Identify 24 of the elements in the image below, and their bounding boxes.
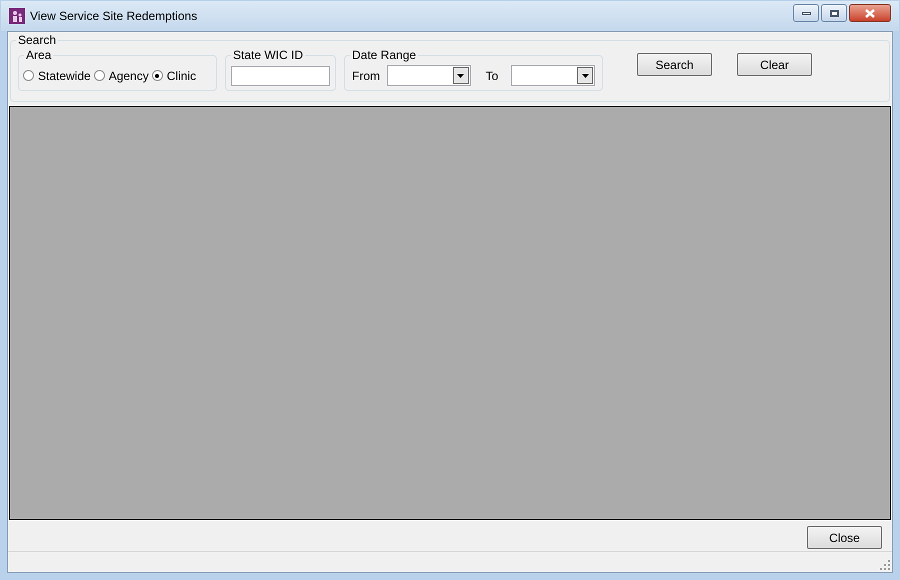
radio-option[interactable]: Agency xyxy=(94,66,149,84)
minimize-button[interactable] xyxy=(793,4,819,22)
push-button[interactable]: Clear xyxy=(737,53,812,76)
window-title: View Service Site Redemptions xyxy=(30,8,198,25)
push-button[interactable]: Close xyxy=(807,526,882,549)
from-label: From xyxy=(352,68,380,84)
push-button[interactable]: Search xyxy=(637,53,712,76)
close-window-button[interactable] xyxy=(849,4,891,22)
radio-option[interactable]: Clinic xyxy=(152,66,196,84)
group-title: Search xyxy=(16,33,58,47)
to-label: To xyxy=(486,68,498,84)
group-title: Date Range xyxy=(350,48,418,62)
dropdown-arrow-icon xyxy=(457,74,464,78)
wic-id-field[interactable] xyxy=(231,66,330,86)
radio-option[interactable]: Statewide xyxy=(23,66,91,84)
group-title: Area xyxy=(24,48,54,62)
date-dropdown[interactable] xyxy=(387,65,471,86)
maximize-button[interactable] xyxy=(821,4,847,22)
dropdown-arrow-icon xyxy=(582,74,588,78)
close-icon xyxy=(865,8,875,18)
app-icon xyxy=(9,8,25,24)
group-title: State WIC ID xyxy=(231,48,306,62)
date-dropdown[interactable] xyxy=(511,65,595,86)
resize-grip-icon xyxy=(880,560,890,570)
